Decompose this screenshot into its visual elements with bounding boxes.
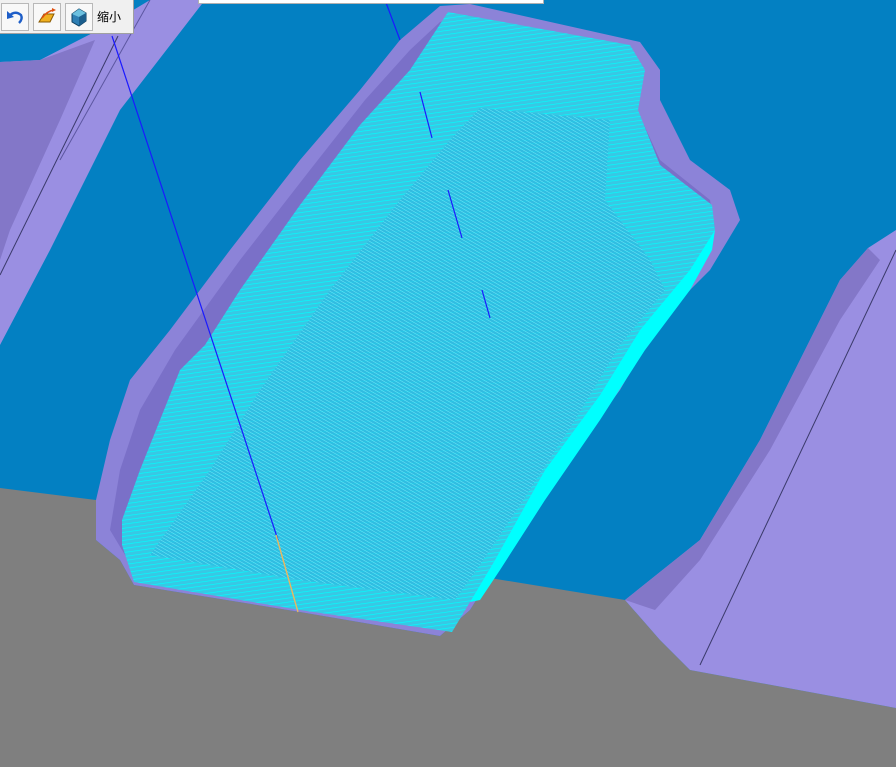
cam-3d-viewport[interactable] xyxy=(0,0,896,767)
undo-button[interactable] xyxy=(1,2,29,31)
zoom-out-button[interactable]: 缩小 xyxy=(97,8,127,25)
undo-icon xyxy=(7,10,23,24)
solid-shade-icon xyxy=(71,7,87,27)
window-title-strip xyxy=(198,0,544,4)
shade-solid-button[interactable] xyxy=(65,2,93,31)
toolbar: 缩小 xyxy=(0,0,134,34)
toolpath-edit-button[interactable] xyxy=(33,2,61,31)
toolpath-edit-icon xyxy=(38,7,56,22)
